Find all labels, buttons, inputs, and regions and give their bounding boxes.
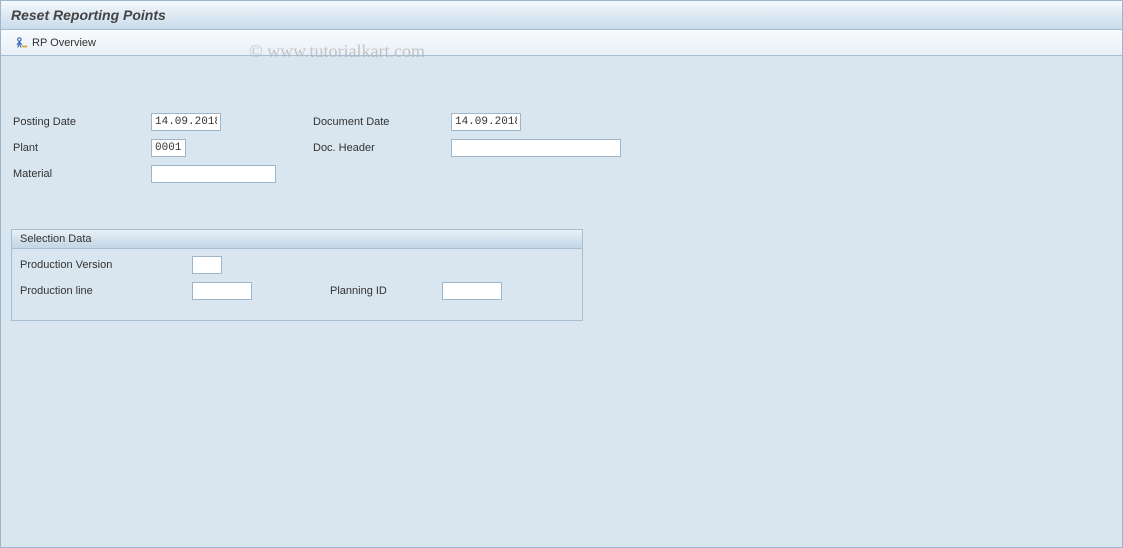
document-date-input[interactable]: [451, 113, 521, 131]
planning-id-input[interactable]: [442, 282, 502, 300]
rp-overview-label: RP Overview: [32, 37, 96, 49]
header-form: Posting Date Document Date Plant Doc. He…: [1, 56, 1122, 199]
document-date-label: Document Date: [311, 116, 451, 128]
toolbar: RP Overview: [1, 30, 1122, 56]
posting-date-input[interactable]: [151, 113, 221, 131]
rp-overview-button[interactable]: RP Overview: [11, 34, 100, 52]
planning-id-label: Planning ID: [322, 285, 442, 297]
posting-date-label: Posting Date: [11, 116, 151, 128]
plant-label: Plant: [11, 142, 151, 154]
content-area: Posting Date Document Date Plant Doc. He…: [1, 56, 1122, 321]
production-version-label: Production Version: [12, 259, 192, 271]
material-label: Material: [11, 168, 151, 180]
production-line-label: Production line: [12, 285, 192, 297]
doc-header-input[interactable]: [451, 139, 621, 157]
title-bar: Reset Reporting Points: [1, 1, 1122, 30]
selection-data-title: Selection Data: [12, 230, 582, 249]
plant-input[interactable]: [151, 139, 186, 157]
selection-data-groupbox: Selection Data Production Version Produc…: [11, 229, 583, 321]
material-input[interactable]: [151, 165, 276, 183]
doc-header-label: Doc. Header: [311, 142, 451, 154]
production-line-input[interactable]: [192, 282, 252, 300]
page-title: Reset Reporting Points: [11, 7, 166, 23]
overview-icon: [15, 36, 29, 50]
production-version-input[interactable]: [192, 256, 222, 274]
